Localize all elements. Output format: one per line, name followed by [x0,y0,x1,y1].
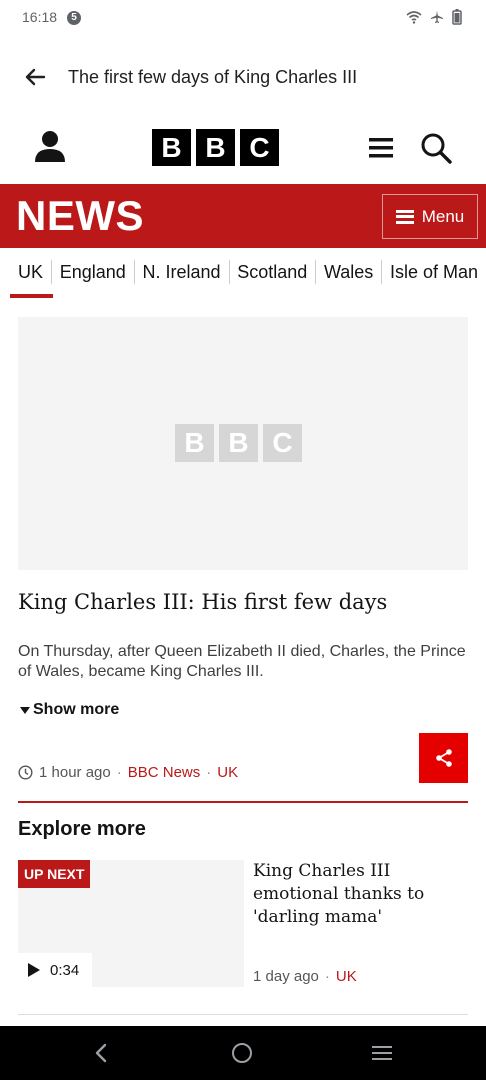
system-home-icon[interactable] [232,1043,252,1063]
section-nav: UK England N. Ireland Scotland Wales Isl… [0,250,486,300]
tab-england[interactable]: England [52,260,134,284]
status-bar: 16:18 5 [0,0,486,36]
video-placeholder[interactable]: B B C [18,317,468,570]
news-bar: NEWS Menu [0,184,486,248]
meta-separator: · [324,968,330,985]
bbc-masthead: B B C [0,120,486,180]
article-summary: On Thursday, after Queen Elizabeth II di… [18,643,466,680]
placeholder-logo-letter: C [263,424,302,462]
article-headline: King Charles III: His first few days [18,590,388,614]
wifi-icon [406,11,422,24]
bbc-logo-letter: C [240,129,279,166]
tab-scotland[interactable]: Scotland [229,260,315,284]
tab-wales[interactable]: Wales [316,260,381,284]
search-icon[interactable] [420,132,452,164]
system-back-icon[interactable] [91,1042,111,1064]
article-meta: 1 hour ago · BBC News · UK [18,764,238,781]
battery-icon [452,9,462,25]
airplane-mode-icon [431,11,443,23]
back-arrow-icon[interactable] [20,62,50,92]
bbc-logo[interactable]: B B C [152,129,279,166]
hamburger-icon[interactable] [369,137,393,159]
app-bar: The first few days of King Charles III [0,54,486,102]
article-time: 1 hour ago [39,764,111,781]
share-button[interactable] [419,733,468,783]
news-logo[interactable]: NEWS [16,192,144,240]
meta-separator: · [206,764,212,781]
share-icon [435,749,452,767]
related-video-time: 1 day ago [253,968,319,985]
article-source-link[interactable]: BBC News [128,764,201,781]
bbc-logo-letter: B [196,129,235,166]
show-more-label: Show more [33,701,120,718]
bbc-logo-letter: B [152,129,191,166]
notification-count-badge: 5 [67,11,81,25]
explore-more-heading: Explore more [18,818,146,840]
up-next-badge: UP NEXT [18,860,91,888]
tab-isle-of-man[interactable]: Isle of Man [382,260,486,284]
placeholder-logo-letter: B [175,424,214,462]
related-video-section-link[interactable]: UK [336,968,357,985]
placeholder-logo-letter: B [219,424,258,462]
play-icon [28,963,40,977]
section-divider [18,801,468,803]
clock-icon [18,765,33,780]
video-duration: 0:34 [18,953,92,987]
related-video-title[interactable]: King Charles III emotional thanks to 'da… [253,860,468,929]
account-icon[interactable] [32,128,68,164]
article-section-link[interactable]: UK [217,764,238,781]
system-navigation-bar [0,1026,486,1080]
tab-uk[interactable]: UK [10,260,51,284]
video-duration-label: 0:34 [50,961,80,979]
active-tab-indicator [10,294,53,298]
show-more-button[interactable]: Show more [20,701,119,719]
tab-n-ireland[interactable]: N. Ireland [134,260,228,284]
related-video-meta: 1 day ago · UK [253,968,357,985]
system-recents-icon[interactable] [372,1046,392,1060]
page-title: The first few days of King Charles III [68,67,358,87]
menu-button[interactable]: Menu [382,194,478,239]
menu-button-label: Menu [421,206,465,226]
meta-separator: · [116,764,122,781]
status-time: 16:18 [22,9,58,25]
caret-down-icon [20,706,30,714]
placeholder-bbc-logo: B B C [175,424,302,462]
menu-lines-icon [395,209,414,224]
list-divider [18,1014,468,1015]
status-icons [406,9,462,25]
